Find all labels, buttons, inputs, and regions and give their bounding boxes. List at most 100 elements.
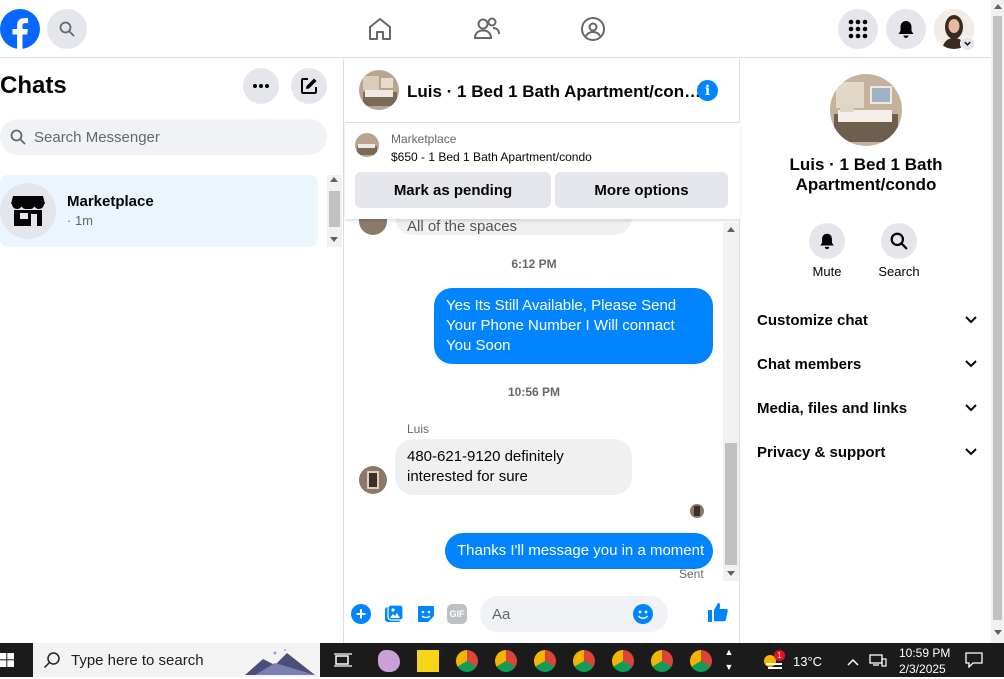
attach-image-icon[interactable]	[384, 604, 404, 624]
chat-members-section[interactable]: Chat members	[757, 349, 977, 379]
listing-title[interactable]: $650 - 1 Bed 1 Bath Apartment/condo	[391, 150, 592, 164]
scroll-up-arrow[interactable]	[330, 177, 338, 182]
taskbar-search-placeholder: Type here to search	[71, 651, 204, 669]
chat-list-item-marketplace[interactable]: Marketplace · 1m	[0, 175, 318, 247]
seen-avatar	[690, 504, 704, 518]
chat-info-panel: Luis · 1 Bed 1 Bath Apartment/condo Mute…	[741, 59, 991, 643]
emoji-icon[interactable]	[633, 604, 653, 624]
search-messenger-input[interactable]	[34, 128, 314, 146]
chrome-profile-icon-2[interactable]	[495, 650, 517, 672]
message-bubble-outgoing[interactable]: Yes Its Still Available, Please Send You…	[434, 288, 713, 364]
notifications-button[interactable]	[886, 9, 926, 49]
clock-date[interactable]: 2/3/2025	[899, 662, 946, 676]
chrome-profile-icon-6[interactable]	[651, 650, 673, 672]
search-messenger[interactable]	[0, 119, 327, 155]
menu-button[interactable]	[838, 9, 878, 49]
notification-center-icon[interactable]	[965, 652, 983, 669]
privacy-support-section[interactable]: Privacy & support	[757, 437, 977, 467]
storefront-icon	[11, 196, 45, 226]
show-hidden-icons-chevron-icon[interactable]	[847, 654, 859, 666]
account-chevron-icon[interactable]	[960, 36, 975, 51]
bell-icon	[898, 21, 914, 38]
paint-app-icon[interactable]	[378, 650, 400, 672]
sender-avatar[interactable]	[359, 466, 387, 494]
section-label: Privacy & support	[757, 443, 886, 461]
window-scrollbar[interactable]	[991, 0, 1004, 643]
home-icon[interactable]	[365, 14, 395, 44]
chevron-down-icon	[965, 404, 977, 412]
bell-icon	[820, 233, 834, 250]
customize-chat-section[interactable]: Customize chat	[757, 305, 977, 335]
sticker-icon[interactable]	[416, 604, 436, 624]
sender-name: Luis	[407, 422, 430, 436]
media-files-links-section[interactable]: Media, files and links	[757, 393, 977, 423]
listing-thumbnail[interactable]	[355, 133, 379, 157]
chrome-profile-icon-4[interactable]	[573, 650, 595, 672]
friends-icon[interactable]	[472, 14, 502, 44]
partial-message-text: All of the spaces	[407, 219, 518, 235]
clock-time[interactable]: 10:59 PM	[899, 646, 950, 660]
scroll-down-arrow[interactable]	[994, 630, 1002, 635]
message-bubble-outgoing[interactable]: Thanks I'll message you in a moment	[445, 533, 713, 569]
message-composer: + GIF	[345, 591, 740, 639]
message-bubble-partial[interactable]: All of the spaces	[395, 219, 632, 235]
chat-meta: · 1m	[67, 213, 93, 228]
chrome-profile-icon-7[interactable]	[690, 650, 712, 672]
chat-info-avatar[interactable]	[830, 74, 902, 146]
search-button[interactable]	[47, 9, 87, 49]
more-dots-icon	[253, 84, 269, 88]
section-label: Chat members	[757, 355, 862, 373]
weather-badge: 1	[774, 650, 785, 661]
task-view-icon[interactable]	[334, 653, 352, 667]
scrollbar-thumb[interactable]	[725, 443, 737, 565]
new-message-button[interactable]	[291, 68, 327, 104]
mark-as-pending-button[interactable]: Mark as pending	[355, 172, 551, 208]
message-list-scrollbar[interactable]	[723, 223, 739, 581]
facebook-logo[interactable]	[0, 9, 40, 49]
message-input[interactable]	[480, 596, 630, 632]
taskbar-overflow-scroll[interactable]: ▲ ▼	[722, 645, 736, 675]
chrome-profile-icon-1[interactable]	[456, 650, 478, 672]
windows-start-icon[interactable]	[0, 653, 14, 667]
chrome-profile-icon-3[interactable]	[534, 650, 556, 672]
chat-list-scrollbar[interactable]	[327, 175, 342, 247]
conversation-avatar[interactable]	[359, 70, 399, 110]
more-actions-icon[interactable]: +	[351, 604, 371, 624]
listing-source: Marketplace	[391, 132, 457, 146]
scrollbar-thumb[interactable]	[329, 191, 340, 227]
chat-options-button[interactable]	[243, 68, 279, 104]
search-label: Search	[878, 264, 920, 279]
marketplace-listing-card: Marketplace $650 - 1 Bed 1 Bath Apartmen…	[345, 123, 740, 219]
chat-name: Marketplace	[67, 193, 154, 210]
search-highlight-image	[245, 645, 315, 675]
mute-button[interactable]	[809, 223, 845, 259]
message-bubble-incoming[interactable]: 480-621-9120 definitely interested for s…	[395, 439, 632, 495]
scroll-up-arrow[interactable]	[994, 4, 1002, 9]
search-conversation-button[interactable]	[881, 223, 917, 259]
scroll-up-arrow[interactable]	[727, 227, 735, 232]
gif-icon[interactable]: GIF	[447, 604, 467, 624]
info-icon[interactable]: i	[697, 80, 718, 101]
section-label: Media, files and links	[757, 399, 908, 417]
scrollbar-thumb[interactable]	[993, 16, 1002, 620]
message-list: All of the spaces 6:12 PM Yes Its Still …	[345, 219, 723, 581]
message-avatar	[359, 219, 387, 235]
more-options-button[interactable]: More options	[555, 172, 728, 208]
message-input-wrapper[interactable]	[480, 596, 668, 632]
chrome-profile-icon-5[interactable]	[612, 650, 634, 672]
sticky-notes-icon[interactable]	[417, 650, 439, 672]
network-icon[interactable]	[869, 653, 887, 667]
groups-icon[interactable]	[578, 14, 608, 44]
timestamp: 10:56 PM	[507, 385, 561, 399]
menu-grid-icon	[848, 19, 868, 39]
scroll-down-arrow[interactable]	[330, 237, 338, 242]
compose-icon	[301, 78, 317, 94]
conversation-title[interactable]: Luis · 1 Bed 1 Bath Apartment/con…	[407, 82, 701, 102]
mute-label: Mute	[812, 264, 842, 279]
conversation-panel: Luis · 1 Bed 1 Bath Apartment/con… i Mar…	[345, 59, 740, 643]
scroll-down-arrow[interactable]	[727, 571, 735, 576]
chevron-down-icon	[965, 316, 977, 324]
temperature[interactable]: 13°C	[793, 654, 822, 669]
taskbar-search[interactable]: Type here to search	[33, 643, 320, 677]
like-icon[interactable]	[707, 601, 729, 623]
